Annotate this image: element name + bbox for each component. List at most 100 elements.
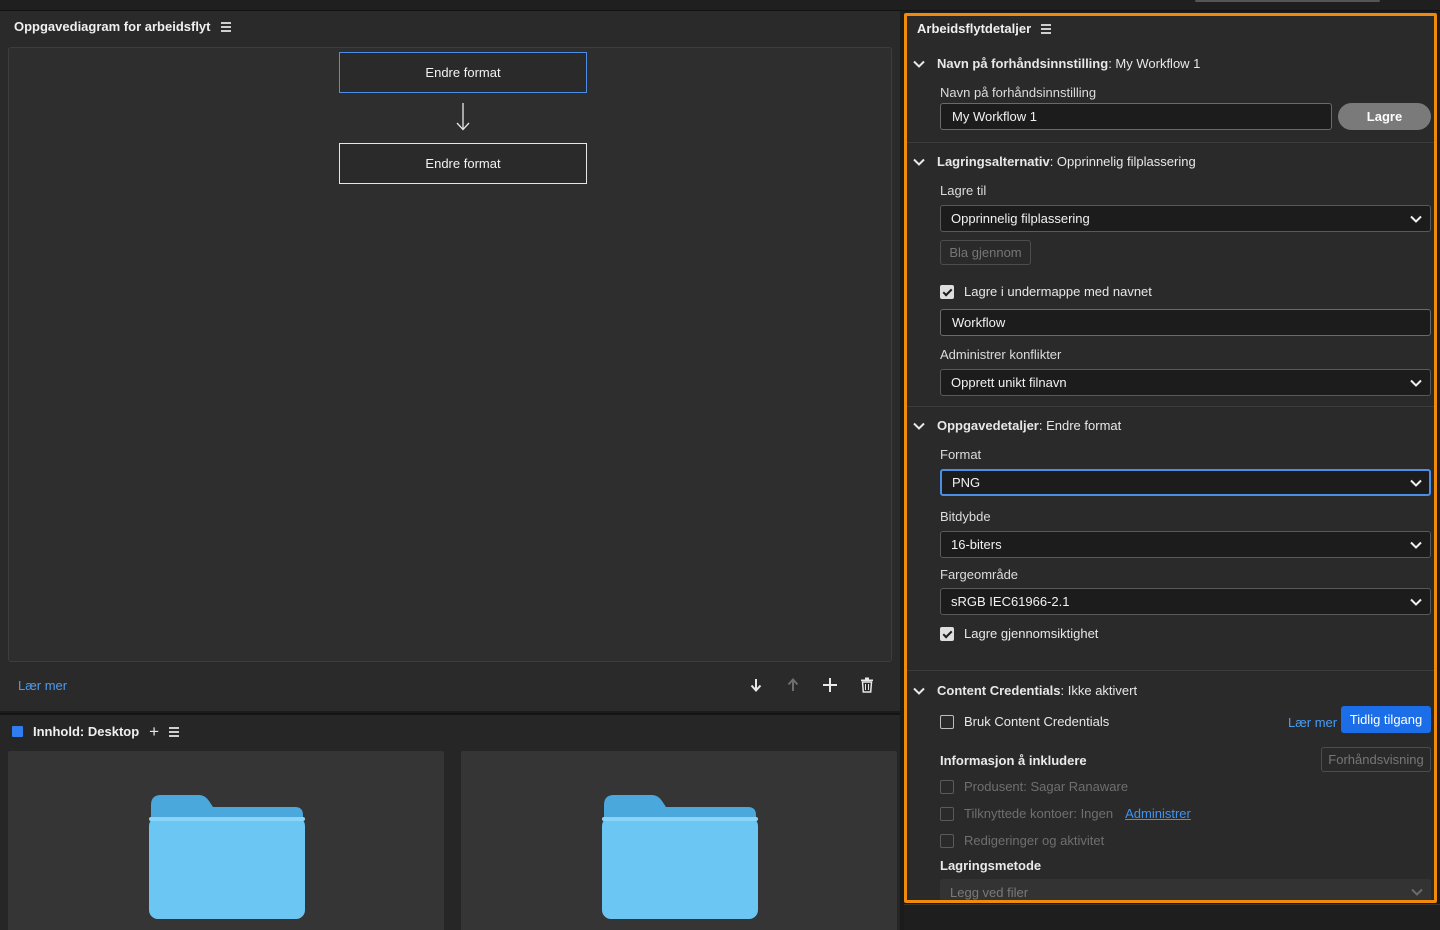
content-title: Innhold: Desktop (33, 724, 140, 739)
task-section-title: Oppgavedetaljer (937, 418, 1039, 433)
producer-row: Produsent: Sagar Ranaware (940, 779, 1128, 794)
trash-icon[interactable] (857, 675, 877, 695)
credentials-section-toggle[interactable]: Content Credentials: Ikke aktivert (913, 683, 1137, 698)
preset-section-title: Navn på forhåndsinnstilling (937, 56, 1109, 71)
producer-label: Produsent: Sagar Ranaware (964, 779, 1129, 794)
manage-accounts-link[interactable]: Administrer (1125, 806, 1191, 821)
format-value: PNG (952, 475, 981, 490)
use-credentials-label: Bruk Content Credentials (964, 714, 1110, 729)
bitdepth-label: Bitdybde (940, 509, 991, 524)
use-credentials-row[interactable]: Bruk Content Credentials (940, 714, 1109, 729)
conflicts-label: Administrer konflikter (940, 347, 1062, 362)
content-panel: Innhold: Desktop + (0, 713, 900, 930)
add-icon[interactable] (820, 675, 840, 695)
workflow-diagram-footer: Lær mer (0, 665, 900, 709)
format-label: Format (940, 447, 982, 462)
subfolder-name-input[interactable]: Workflow (940, 309, 1431, 336)
credentials-section-value: : Ikke aktivert (1060, 683, 1138, 698)
subfolder-checkbox-row[interactable]: Lagre i undermappe med navnet (940, 284, 1152, 299)
conflicts-value: Opprett unikt filnavn (951, 375, 1067, 390)
producer-checkbox (940, 779, 954, 794)
content-menu-icon[interactable] (169, 727, 180, 737)
divider (907, 406, 1434, 407)
transparency-checkbox[interactable] (940, 626, 954, 641)
folder-icon (149, 795, 305, 919)
storage-method-select: Legg ved filer (940, 879, 1431, 900)
add-content-icon[interactable]: + (149, 723, 159, 740)
storage-method-value: Legg ved filer (950, 885, 1029, 900)
info-to-include-label: Informasjon å inkludere (940, 753, 1087, 768)
credentials-section-title: Content Credentials (937, 683, 1061, 698)
use-credentials-checkbox[interactable] (940, 714, 954, 729)
save-to-value: Opprinnelig filplassering (951, 211, 1090, 226)
preset-name-label: Navn på forhåndsinnstilling (940, 85, 1097, 100)
workflow-details-header: Arbeidsflytdetaljer (917, 21, 1052, 36)
bitdepth-select[interactable]: 16-biters (940, 531, 1431, 558)
subfolder-checkbox-label: Lagre i undermappe med navnet (964, 284, 1152, 299)
content-tile[interactable] (461, 751, 897, 930)
content-header: Innhold: Desktop + (12, 723, 180, 740)
chevron-down-icon (913, 158, 925, 166)
bottom-strip (904, 904, 1440, 930)
workflow-diagram-header: Oppgavediagram for arbeidsflyt (14, 19, 231, 34)
storage-method-label: Lagringsmetode (940, 858, 1042, 873)
top-scroll-indicator (1195, 0, 1380, 2)
move-up-icon[interactable] (783, 675, 803, 695)
panel-menu-icon[interactable] (220, 22, 231, 32)
folder-icon (602, 795, 758, 919)
browse-button[interactable]: Bla gjennom (940, 240, 1031, 265)
save-to-label: Lagre til (940, 183, 987, 198)
chevron-down-icon (1410, 379, 1422, 387)
learn-more-link[interactable]: Lær mer (18, 678, 67, 693)
transparency-checkbox-row[interactable]: Lagre gjennomsiktighet (940, 626, 1098, 641)
arrow-down-icon (456, 103, 470, 131)
preset-name-input[interactable]: My Workflow 1 (940, 103, 1332, 130)
workflow-details-title: Arbeidsflytdetaljer (917, 21, 1032, 36)
save-button[interactable]: Lagre (1338, 103, 1431, 130)
task-section-toggle[interactable]: Oppgavedetaljer: Endre format (913, 418, 1121, 433)
save-section-title: Lagringsalternativ (937, 154, 1050, 169)
workflow-step-1[interactable]: Endre format (339, 52, 587, 93)
chevron-down-icon (913, 687, 925, 695)
credentials-learn-more-link[interactable]: Lær mer (1288, 715, 1337, 730)
preview-button[interactable]: Forhåndsvisning (1321, 747, 1431, 772)
preset-section-value: : My Workflow 1 (1108, 56, 1201, 71)
move-down-icon[interactable] (746, 675, 766, 695)
linked-accounts-label: Tilknyttede kontoer: Ingen (964, 806, 1114, 821)
chevron-down-icon (1410, 479, 1422, 487)
colorspace-label: Fargeområde (940, 567, 1019, 582)
chevron-down-icon (913, 422, 925, 430)
divider (907, 670, 1434, 671)
save-to-select[interactable]: Opprinnelig filplassering (940, 205, 1431, 232)
workflow-diagram-title: Oppgavediagram for arbeidsflyt (14, 19, 211, 34)
workflow-details-panel: Arbeidsflytdetaljer Navn på forhåndsinns… (904, 13, 1437, 903)
edits-row: Redigeringer og aktivitet (940, 833, 1104, 848)
preset-section-toggle[interactable]: Navn på forhåndsinnstilling: My Workflow… (913, 56, 1200, 71)
chevron-down-icon (913, 60, 925, 68)
linked-accounts-row: Tilknyttede kontoer: Ingen Administrer (940, 806, 1191, 821)
edits-checkbox (940, 833, 954, 848)
chevron-down-icon (1410, 215, 1422, 223)
save-section-value: : Opprinnelig filplassering (1049, 154, 1196, 169)
subfolder-checkbox[interactable] (940, 284, 954, 299)
content-tile[interactable] (8, 751, 444, 930)
bitdepth-value: 16-biters (951, 537, 1002, 552)
colorspace-select[interactable]: sRGB IEC61966-2.1 (940, 588, 1431, 615)
chevron-down-icon (1410, 541, 1422, 549)
conflicts-select[interactable]: Opprett unikt filnavn (940, 369, 1431, 396)
workflow-diagram-canvas: Endre format Endre format (8, 47, 892, 662)
save-section-toggle[interactable]: Lagringsalternativ: Opprinnelig filplass… (913, 154, 1196, 169)
workflow-diagram-panel: Oppgavediagram for arbeidsflyt Endre for… (0, 11, 900, 711)
details-menu-icon[interactable] (1041, 24, 1052, 34)
early-access-button[interactable]: Tidlig tilgang (1341, 706, 1431, 733)
colorspace-value: sRGB IEC61966-2.1 (951, 594, 1070, 609)
panel-color-icon (12, 726, 23, 737)
linked-accounts-checkbox (940, 806, 954, 821)
workflow-step-2[interactable]: Endre format (339, 143, 587, 184)
edits-label: Redigeringer og aktivitet (964, 833, 1105, 848)
chevron-down-icon (1411, 888, 1423, 896)
format-select[interactable]: PNG (940, 469, 1431, 496)
task-section-value: : Endre format (1038, 418, 1122, 433)
top-strip (0, 0, 1440, 11)
transparency-checkbox-label: Lagre gjennomsiktighet (964, 626, 1099, 641)
